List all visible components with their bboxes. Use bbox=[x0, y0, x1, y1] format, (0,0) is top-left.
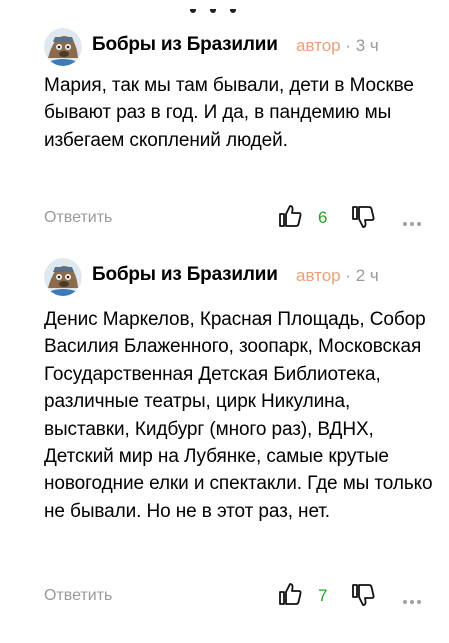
thumb-down-icon[interactable] bbox=[351, 205, 375, 229]
more-icon[interactable] bbox=[403, 213, 427, 226]
avatar[interactable] bbox=[44, 258, 82, 296]
author-badge: автор bbox=[296, 36, 341, 55]
timestamp[interactable]: 3 ч bbox=[356, 36, 379, 55]
comment-actions: Ответить 6 bbox=[0, 204, 449, 234]
comment-meta: автор · 3 ч bbox=[296, 36, 379, 56]
timestamp[interactable]: 2 ч bbox=[356, 266, 379, 285]
author-badge: автор bbox=[296, 266, 341, 285]
separator: · bbox=[340, 266, 356, 285]
author-name[interactable]: Бобры из Бразилии bbox=[92, 264, 278, 286]
previous-comment-fragment bbox=[190, 0, 270, 13]
thumb-down-icon[interactable] bbox=[351, 583, 375, 607]
comment-meta: автор · 2 ч bbox=[296, 266, 379, 286]
thumb-up-icon[interactable] bbox=[278, 582, 302, 606]
thumb-up-icon[interactable] bbox=[278, 204, 302, 228]
avatar[interactable] bbox=[44, 28, 82, 66]
comment-actions: Ответить 7 bbox=[0, 582, 449, 612]
separator: · bbox=[340, 36, 356, 55]
reply-button[interactable]: Ответить bbox=[44, 587, 112, 605]
reply-button[interactable]: Ответить bbox=[44, 209, 112, 227]
comment-header: Бобры из Бразилии bbox=[44, 252, 444, 302]
comment-text: Мария, так мы там бывали, дети в Москве … bbox=[44, 75, 414, 151]
comment-header: Бобры из Бразилии bbox=[44, 22, 444, 72]
more-icon[interactable] bbox=[403, 591, 427, 604]
like-count: 7 bbox=[318, 586, 328, 605]
author-name[interactable]: Бобры из Бразилии bbox=[92, 34, 278, 56]
like-count: 6 bbox=[318, 208, 328, 227]
comment-text: Денис Маркелов, Красная Площадь, Собор В… bbox=[44, 309, 433, 522]
